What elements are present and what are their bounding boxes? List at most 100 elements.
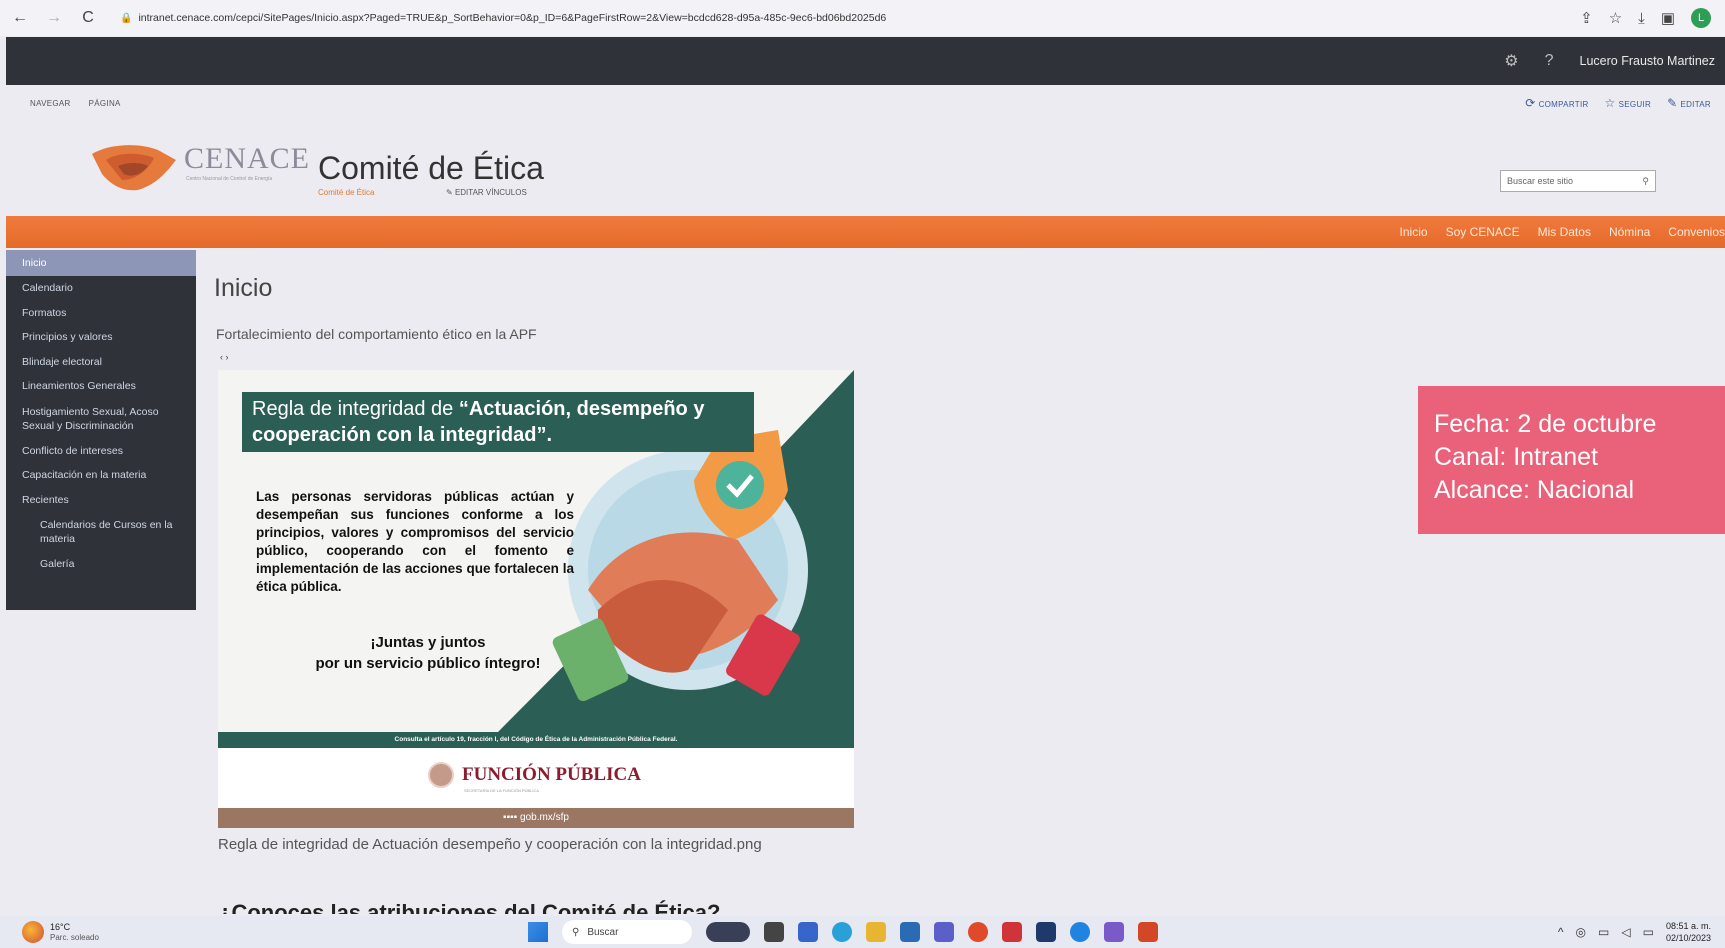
edge-icon[interactable]	[832, 922, 852, 942]
sidebar-item-conflicto[interactable]: Conflicto de intereses	[6, 439, 196, 464]
info-overlay: Fecha: 2 de octubre Canal: Intranet Alca…	[1418, 386, 1725, 534]
sidebar-item-formatos[interactable]: Formatos	[6, 301, 196, 326]
taskbar-search[interactable]: ⚲ Buscar	[562, 920, 692, 944]
poster-image[interactable]: Regla de integridad de “Actuación, desem…	[218, 370, 854, 828]
sidebar-item-hostigamiento[interactable]: Hostigamiento Sexual, Acoso Sexual y Dis…	[6, 399, 196, 439]
section-heading: ¿Conoces las atribuciones del Comité de …	[218, 900, 721, 914]
sidebar-item-calendario[interactable]: Calendario	[6, 276, 196, 301]
site-title[interactable]: Comité de Ética	[318, 150, 544, 187]
edit-button[interactable]: ✎ EDITAR	[1667, 96, 1711, 110]
app-icon[interactable]	[1070, 922, 1090, 942]
ribbon-tab-pagina[interactable]: PÁGINA	[89, 99, 121, 108]
seal-icon	[428, 762, 454, 788]
teams-icon[interactable]	[934, 922, 954, 942]
browser-toolbar: ← → C 🔒 intranet.cenace.com/cepci/SitePa…	[0, 0, 1725, 36]
widgets-icon[interactable]	[706, 922, 750, 942]
task-view-icon[interactable]	[764, 922, 784, 942]
sidepanel-icon[interactable]: ▣	[1661, 9, 1675, 27]
poster-brand-area: FUNCIÓN PÚBLICA SECRETARÍA DE LA FUNCIÓN…	[218, 748, 854, 808]
volume-icon[interactable]: ◁	[1621, 925, 1630, 939]
share-button[interactable]: ⟳ COMPARTIR	[1525, 96, 1588, 110]
share-icon: ⟳	[1525, 96, 1536, 110]
chevron-up-icon[interactable]: ^	[1558, 925, 1564, 939]
user-name[interactable]: Lucero Frausto Martinez	[1580, 54, 1715, 68]
chat-icon[interactable]	[798, 922, 818, 942]
star-icon[interactable]: ☆	[1609, 9, 1622, 27]
poster-slogan-line1: ¡Juntas y juntos	[370, 634, 486, 651]
search-label: Buscar	[587, 926, 619, 938]
sidebar-item-principios[interactable]: Principios y valores	[6, 325, 196, 350]
sidebar-item-calendarios-cursos[interactable]: Calendarios de Cursos en la materia	[6, 512, 196, 552]
store-icon[interactable]	[900, 922, 920, 942]
download-icon[interactable]: ⤓	[1638, 10, 1645, 27]
nav-convenios[interactable]: Convenios	[1668, 225, 1725, 239]
nav-soy-cenace[interactable]: Soy CENACE	[1446, 225, 1520, 239]
info-scope: Alcance: Nacional	[1434, 476, 1635, 504]
logo-subtitle: Centro Nacional de Control de Energía	[186, 176, 273, 182]
acrobat-icon[interactable]	[1002, 922, 1022, 942]
windows-taskbar: 16°C Parc. soleado ⚲ Buscar ^ ◎ ▭ ◁ ▭ 08:…	[0, 916, 1725, 948]
weather-icon	[22, 921, 44, 943]
forward-icon[interactable]: →	[44, 9, 64, 27]
profile-avatar[interactable]: L	[1691, 8, 1711, 28]
page-subtitle: Fortalecimiento del comportamiento ético…	[216, 326, 537, 342]
poster-footer-note: Consulta el artículo 19, fracción I, del…	[218, 732, 854, 748]
sidebar-item-recientes[interactable]: Recientes	[6, 488, 196, 513]
site-search-input[interactable]: Buscar este sitio ⚲	[1500, 170, 1656, 192]
share-label: COMPARTIR	[1538, 100, 1589, 109]
poster-body: Las personas servidoras públicas actúan …	[256, 489, 574, 594]
search-icon[interactable]: ⚲	[1642, 176, 1649, 187]
info-channel: Canal: Intranet	[1434, 443, 1598, 471]
poster-slogan: ¡Juntas y juntos por un servicio público…	[278, 632, 578, 674]
display-icon[interactable]: ▭	[1598, 925, 1609, 939]
nav-inicio[interactable]: Inicio	[1400, 225, 1428, 239]
notes-icon[interactable]	[1036, 922, 1056, 942]
powerpoint-icon[interactable]	[1138, 922, 1158, 942]
breadcrumb[interactable]: Comité de Ética	[318, 188, 374, 197]
sidebar-item-capacitacion[interactable]: Capacitación en la materia	[6, 463, 196, 488]
help-icon[interactable]: ?	[1545, 52, 1554, 70]
address-bar[interactable]: 🔒 intranet.cenace.com/cepci/SitePages/In…	[120, 12, 886, 24]
sidebar-item-lineamientos[interactable]: Lineamientos Generales	[6, 374, 196, 399]
follow-button[interactable]: ☆ SEGUIR	[1605, 96, 1652, 110]
brand-text: FUNCIÓN PÚBLICA	[462, 764, 641, 785]
suite-bar: ⚙ ? Lucero Frausto Martinez	[6, 37, 1725, 85]
image-caption[interactable]: Regla de integridad de Actuación desempe…	[218, 836, 762, 853]
file-explorer-icon[interactable]	[866, 922, 886, 942]
url-text[interactable]: intranet.cenace.com/cepci/SitePages/Inic…	[138, 12, 886, 24]
share-icon[interactable]: ⇪	[1580, 9, 1593, 27]
nav-mis-datos[interactable]: Mis Datos	[1538, 225, 1591, 239]
sidebar-item-blindaje[interactable]: Blindaje electoral	[6, 350, 196, 375]
settings-icon[interactable]: ⚙	[1504, 51, 1518, 71]
carousel-arrows[interactable]: ‹ ›	[220, 352, 229, 362]
search-icon: ⚲	[572, 926, 580, 938]
back-icon[interactable]: ←	[10, 9, 30, 27]
edit-links-button[interactable]: ✎ EDITAR VÍNCULOS	[446, 188, 527, 197]
clock-time: 08:51 a. m.	[1665, 921, 1711, 931]
sidebar-item-inicio[interactable]: Inicio	[6, 250, 196, 276]
site-header: CENACE Centro Nacional de Control de Ene…	[6, 120, 1725, 216]
ribbon-tab-navegar[interactable]: NAVEGAR	[30, 99, 71, 108]
poster-slogan-line2: por un servicio público íntegro!	[315, 655, 541, 672]
funcion-publica-logo: FUNCIÓN PÚBLICA SECRETARÍA DE LA FUNCIÓN…	[428, 762, 641, 793]
clock[interactable]: 08:51 a. m. 02/10/2023	[1666, 920, 1711, 944]
edit-links-label: EDITAR VÍNCULOS	[454, 188, 527, 197]
reload-icon[interactable]: C	[78, 9, 98, 27]
lock-icon: 🔒	[120, 12, 133, 24]
chrome-icon[interactable]	[968, 922, 988, 942]
nav-nomina[interactable]: Nómina	[1609, 225, 1650, 239]
sidebar-item-galeria[interactable]: Galería	[6, 552, 196, 577]
search-placeholder: Buscar este sitio	[1507, 176, 1574, 186]
windows-start-icon[interactable]	[528, 922, 548, 942]
page-title: Inicio	[214, 274, 273, 302]
left-sidebar: Inicio Calendario Formatos Principios y …	[6, 250, 196, 610]
brand-subtitle: SECRETARÍA DE LA FUNCIÓN PÚBLICA	[464, 788, 540, 793]
battery-icon[interactable]: ▭	[1643, 925, 1654, 939]
weather-text: 16°C Parc. soleado	[50, 922, 99, 942]
weather-widget[interactable]: 16°C Parc. soleado	[22, 921, 99, 943]
social-url: gob.mx/sfp	[520, 812, 569, 823]
network-icon[interactable]: ◎	[1576, 925, 1586, 939]
snipping-icon[interactable]	[1104, 922, 1124, 942]
clock-date: 02/10/2023	[1665, 933, 1711, 943]
cenace-logo[interactable]	[88, 140, 180, 194]
